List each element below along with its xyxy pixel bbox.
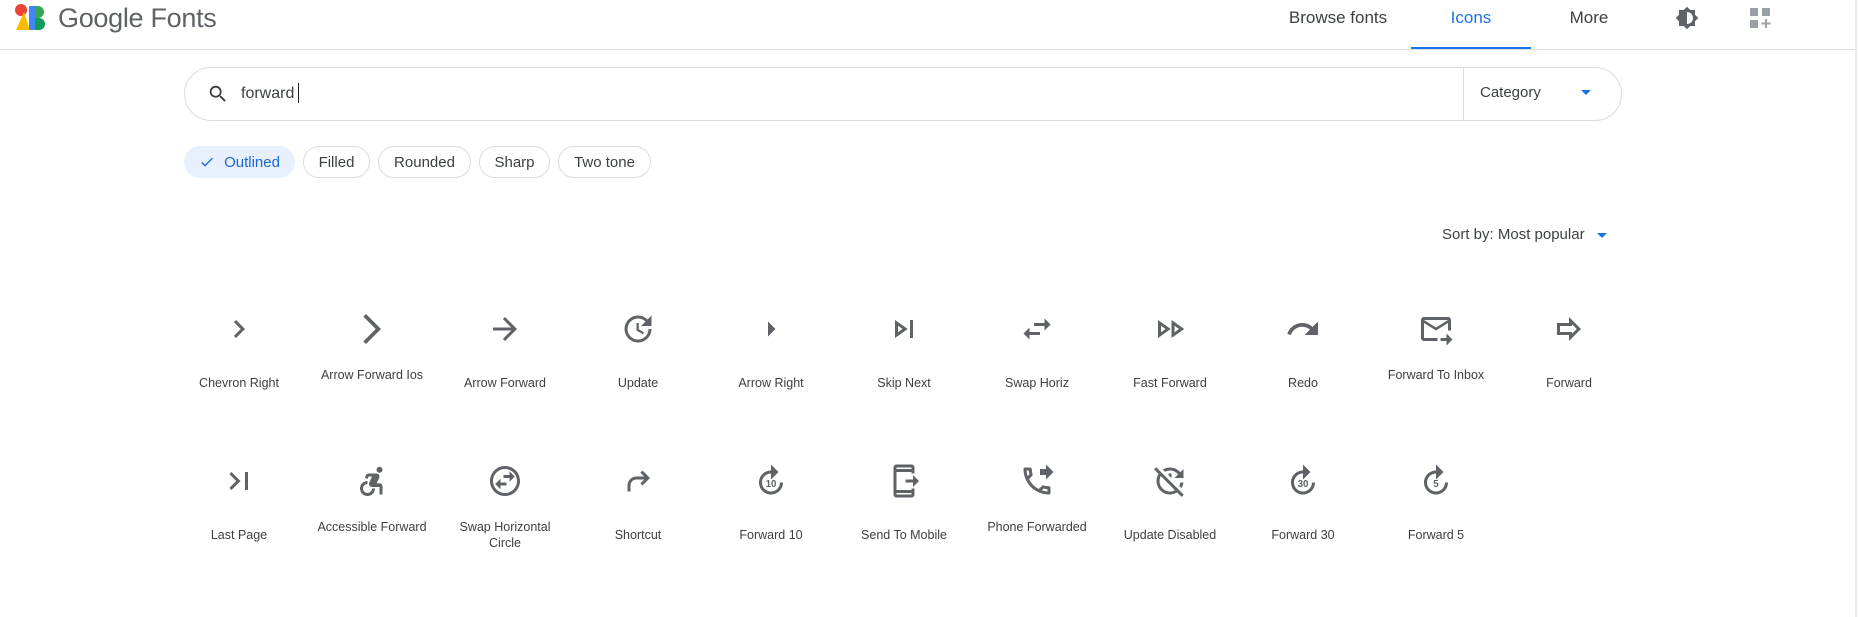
search-input[interactable] [241, 80, 1341, 108]
update-icon [620, 311, 656, 347]
brightness-icon[interactable] [1675, 6, 1699, 30]
chip-label: Outlined [224, 153, 280, 171]
icon-name: Phone Forwarded [987, 520, 1087, 534]
search-icon [209, 85, 226, 102]
icon-tile[interactable]: Arrow Forward Ios [312, 311, 432, 441]
chip-rounded[interactable]: Rounded [378, 146, 471, 178]
icon-name: Update [617, 376, 659, 390]
icon-name: Send To Mobile [861, 528, 947, 542]
icon-tile[interactable]: Phone Forwarded [977, 463, 1097, 593]
icon-tile[interactable]: Swap Horiz [977, 311, 1097, 441]
dropdown-arrow-icon[interactable] [1581, 90, 1591, 95]
search-divider [1463, 68, 1464, 120]
icon-tile[interactable]: Redo [1243, 311, 1363, 441]
icon-name: Accessible Forward [317, 520, 427, 534]
icon-tile[interactable]: Forward To Inbox [1376, 311, 1496, 441]
icon-tile[interactable]: 5 Forward 5 [1376, 463, 1496, 593]
icon-name: Swap Horizontal Circle [459, 520, 551, 550]
apps-grid-icon[interactable] [1748, 6, 1772, 30]
forward-to-inbox-icon [1418, 311, 1454, 347]
icon-tile[interactable]: Arrow Right [711, 311, 831, 441]
icon-tile[interactable]: Last Page [179, 463, 299, 593]
forward-5-icon: 5 [1418, 463, 1454, 499]
icon-name: Forward 10 [739, 528, 803, 542]
sort-arrow-icon[interactable] [1597, 233, 1607, 238]
icon-name: Update Disabled [1123, 528, 1217, 542]
chip-sharp[interactable]: Sharp [479, 146, 550, 178]
nav-browse-fonts[interactable]: Browse fonts [1279, 0, 1397, 36]
icon-name: Last Page [210, 528, 268, 542]
icon-tile[interactable]: Forward [1509, 311, 1629, 441]
icon-tile[interactable]: 30 Forward 30 [1243, 463, 1363, 593]
skip-next-icon [886, 311, 922, 347]
icon-name: Redo [1288, 376, 1318, 390]
icon-tile[interactable]: Skip Next [844, 311, 964, 441]
nav-icons[interactable]: Icons [1412, 0, 1530, 36]
icon-name: Fast Forward [1133, 376, 1207, 390]
update-disabled-icon [1152, 463, 1188, 499]
swap-horiz-icon [1019, 311, 1055, 347]
chevron-right-icon [221, 311, 257, 347]
icon-tile[interactable]: Update [578, 311, 698, 441]
send-to-mobile-icon [886, 463, 922, 499]
top-app-bar: Google Fonts Browse fonts Icons More [0, 0, 1857, 50]
category-dropdown[interactable]: Category [1480, 84, 1541, 101]
svg-text:30: 30 [1298, 479, 1309, 490]
icon-name: Swap Horiz [1005, 376, 1069, 390]
arrow-forward-ios-icon [354, 311, 390, 347]
shortcut-icon [620, 463, 656, 499]
brand-title[interactable]: Google Fonts [58, 3, 217, 34]
nav-more[interactable]: More [1530, 0, 1648, 36]
icon-tile[interactable]: Fast Forward [1110, 311, 1230, 441]
search-bar: Category [184, 67, 1622, 121]
icon-tile[interactable]: Update Disabled [1110, 463, 1230, 593]
icon-name: Arrow Forward Ios [320, 368, 424, 382]
chip-filled[interactable]: Filled [303, 146, 370, 178]
icon-name: Chevron Right [199, 376, 279, 390]
active-tab-indicator [1411, 47, 1531, 49]
icon-name: Arrow Right [738, 376, 804, 390]
svg-text:5: 5 [1433, 479, 1439, 490]
icon-tile[interactable]: Accessible Forward [312, 463, 432, 593]
sort-dropdown[interactable]: Sort by: Most popular [1442, 226, 1585, 243]
chip-outlined[interactable]: Outlined [184, 146, 295, 178]
icon-tile[interactable]: Chevron Right [179, 311, 299, 441]
icon-name: Forward 30 [1271, 528, 1335, 542]
swap-horizontal-circle-icon [487, 463, 523, 499]
forward-30-icon: 30 [1285, 463, 1321, 499]
last-page-icon [221, 463, 257, 499]
forward-10-icon: 10 [753, 463, 789, 499]
icon-name: Forward 5 [1407, 528, 1465, 542]
check-icon [201, 157, 214, 167]
chip-two-tone[interactable]: Two tone [558, 146, 651, 178]
icon-tile[interactable]: Arrow Forward [445, 311, 565, 441]
icon-name: Shortcut [614, 528, 662, 542]
icon-name: Forward To Inbox [1387, 368, 1485, 382]
google-fonts-logo[interactable] [13, 2, 45, 32]
icon-tile[interactable]: Swap Horizontal Circle [445, 463, 565, 593]
svg-text:10: 10 [766, 479, 777, 490]
icon-tile[interactable]: Shortcut [578, 463, 698, 593]
icon-name: Skip Next [877, 376, 931, 390]
icon-tile[interactable]: Send To Mobile [844, 463, 964, 593]
icon-name: Forward [1546, 376, 1592, 390]
fast-forward-icon [1152, 311, 1188, 347]
phone-forwarded-icon [1019, 463, 1055, 499]
redo-icon [1285, 311, 1321, 347]
arrow-right-icon [753, 311, 789, 347]
arrow-forward-icon [487, 311, 523, 347]
icon-name: Arrow Forward [464, 376, 546, 390]
icon-tile[interactable]: 10 Forward 10 [711, 463, 831, 593]
forward-icon [1551, 311, 1587, 347]
scrollbar-track[interactable] [1855, 0, 1857, 617]
accessible-forward-icon [354, 463, 390, 499]
text-cursor [298, 83, 299, 103]
